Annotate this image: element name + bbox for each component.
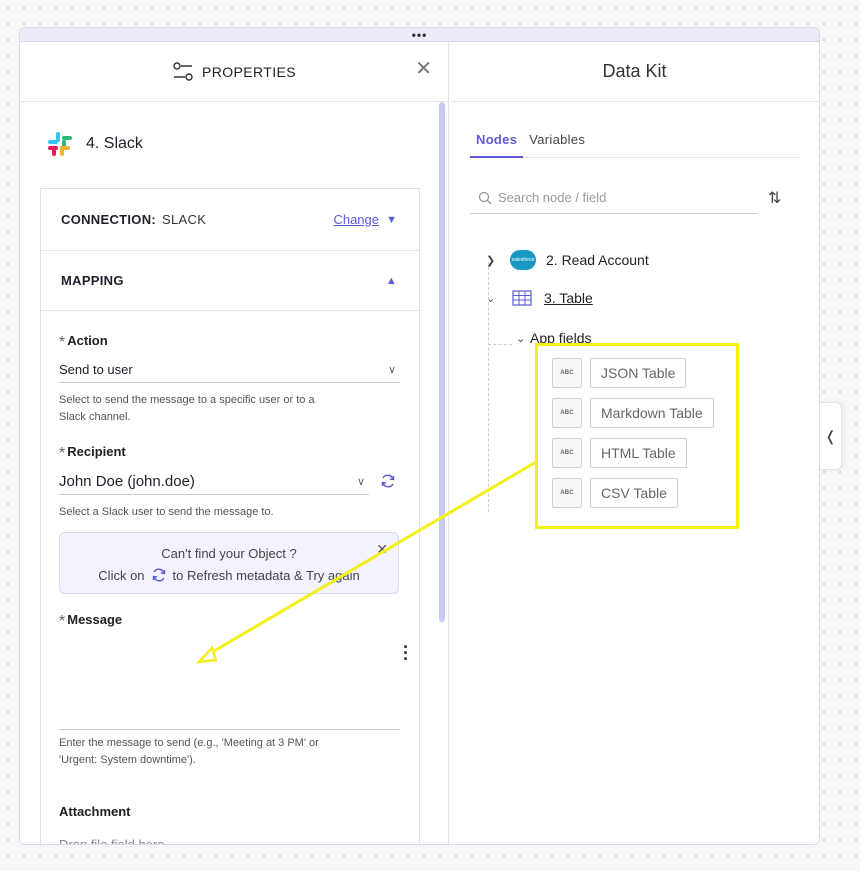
action-value: Send to user	[59, 362, 133, 377]
action-label-text: Action	[67, 333, 108, 348]
data-kit-title: Data Kit	[450, 42, 819, 102]
search-icon	[478, 191, 492, 204]
connection-label: CONNECTION:	[61, 212, 157, 227]
chevron-up-icon[interactable]: ▲	[386, 275, 397, 287]
search-input[interactable]: Search node / field	[470, 182, 757, 214]
refresh-info-box: ✕ Can't find your Object ? Click on to R…	[59, 532, 399, 594]
node-title-text: 4. Slack	[86, 135, 143, 152]
message-input[interactable]	[59, 729, 400, 730]
info-line1: Can't find your Object ?	[161, 546, 297, 561]
message-help-line2: 'Urgent: System downtime').	[59, 754, 196, 766]
chevron-left-icon[interactable]: ❬	[825, 428, 837, 445]
drag-handle[interactable]: •••	[20, 28, 819, 42]
action-help: Select to send the message to a specific…	[59, 392, 359, 426]
recipient-select[interactable]: John Doe (john.doe) ∨	[59, 469, 369, 495]
action-help-line2: Slack channel.	[59, 411, 131, 423]
recipient-label: * Recipient	[59, 444, 126, 463]
table-icon	[512, 290, 532, 306]
required-asterisk: *	[59, 613, 66, 630]
chevron-down-icon[interactable]: ⌄	[516, 332, 530, 345]
required-asterisk: *	[59, 445, 66, 462]
properties-header: PROPERTIES ✕	[20, 42, 448, 102]
info-line2-a: Click on	[98, 567, 145, 583]
info-line2-b: to Refresh metadata & Try again	[172, 567, 360, 583]
tree-node-label: 2. Read Account	[546, 252, 649, 268]
scrollbar[interactable]	[439, 102, 445, 622]
connection-row[interactable]: CONNECTION: SLACK Change ▼	[41, 189, 419, 251]
tree-node-label: 3. Table	[544, 290, 593, 306]
collapse-panel-tab[interactable]: ❬	[820, 402, 842, 470]
info-line2: Click on to Refresh metadata & Try again	[60, 567, 398, 583]
close-icon[interactable]: ✕	[376, 541, 388, 558]
more-vertical-icon[interactable]: · · ·	[403, 638, 409, 668]
slack-config-card: CONNECTION: SLACK Change ▼ MAPPING ▲ * Ac…	[40, 188, 420, 844]
properties-panel: PROPERTIES ✕ 4. Slack CONNECTION: SLACK …	[20, 42, 449, 844]
recipient-value: John Doe (john.doe)	[59, 473, 195, 490]
action-help-line1: Select to send the message to a specific…	[59, 394, 315, 406]
tree-connector	[488, 344, 512, 345]
sliders-icon	[173, 61, 193, 81]
attachment-label: Attachment	[59, 804, 131, 819]
more-dots-icon[interactable]: •••	[412, 29, 428, 41]
sort-icon[interactable]: ⇅	[768, 188, 781, 208]
action-select[interactable]: Send to user ∨	[59, 357, 400, 383]
message-help-line1: Enter the message to send (e.g., 'Meetin…	[59, 737, 319, 749]
recipient-help: Select a Slack user to send the message …	[59, 506, 274, 518]
attachment-dropzone[interactable]: Drop file field here	[59, 837, 165, 844]
refresh-icon[interactable]	[380, 473, 396, 489]
salesforce-cloud-icon: salesforce	[510, 250, 536, 270]
chevron-down-icon[interactable]: ▼	[386, 214, 397, 226]
mapping-label: MAPPING	[61, 273, 124, 288]
data-kit-tabs: Nodes Variables	[470, 130, 800, 158]
change-link[interactable]: Change	[333, 212, 379, 227]
tree-node-table[interactable]: ⌄ 3. Table	[486, 290, 593, 306]
panel-title: PROPERTIES	[202, 63, 296, 80]
recipient-label-text: Recipient	[67, 444, 126, 459]
tab-nodes[interactable]: Nodes	[470, 130, 524, 158]
action-label: * Action	[59, 333, 108, 352]
tab-variables[interactable]: Variables	[523, 130, 591, 158]
highlight-box	[535, 343, 739, 529]
search-placeholder: Search node / field	[498, 190, 607, 205]
chevron-down-icon[interactable]: ∨	[388, 363, 396, 376]
mapping-row[interactable]: MAPPING ▲	[41, 251, 419, 311]
refresh-icon[interactable]	[151, 567, 167, 583]
tree-node-read-account[interactable]: ❯ salesforce 2. Read Account	[486, 250, 649, 270]
chevron-down-icon[interactable]: ∨	[357, 475, 365, 488]
message-help: Enter the message to send (e.g., 'Meetin…	[59, 735, 379, 769]
connection-value: SLACK	[162, 212, 207, 227]
message-label: * Message	[59, 612, 122, 631]
slack-logo-icon	[48, 132, 72, 156]
tree-connector	[488, 262, 489, 512]
node-title: 4. Slack	[46, 130, 143, 158]
close-icon[interactable]: ✕	[415, 56, 432, 81]
required-asterisk: *	[59, 334, 66, 351]
message-label-text: Message	[67, 612, 123, 627]
